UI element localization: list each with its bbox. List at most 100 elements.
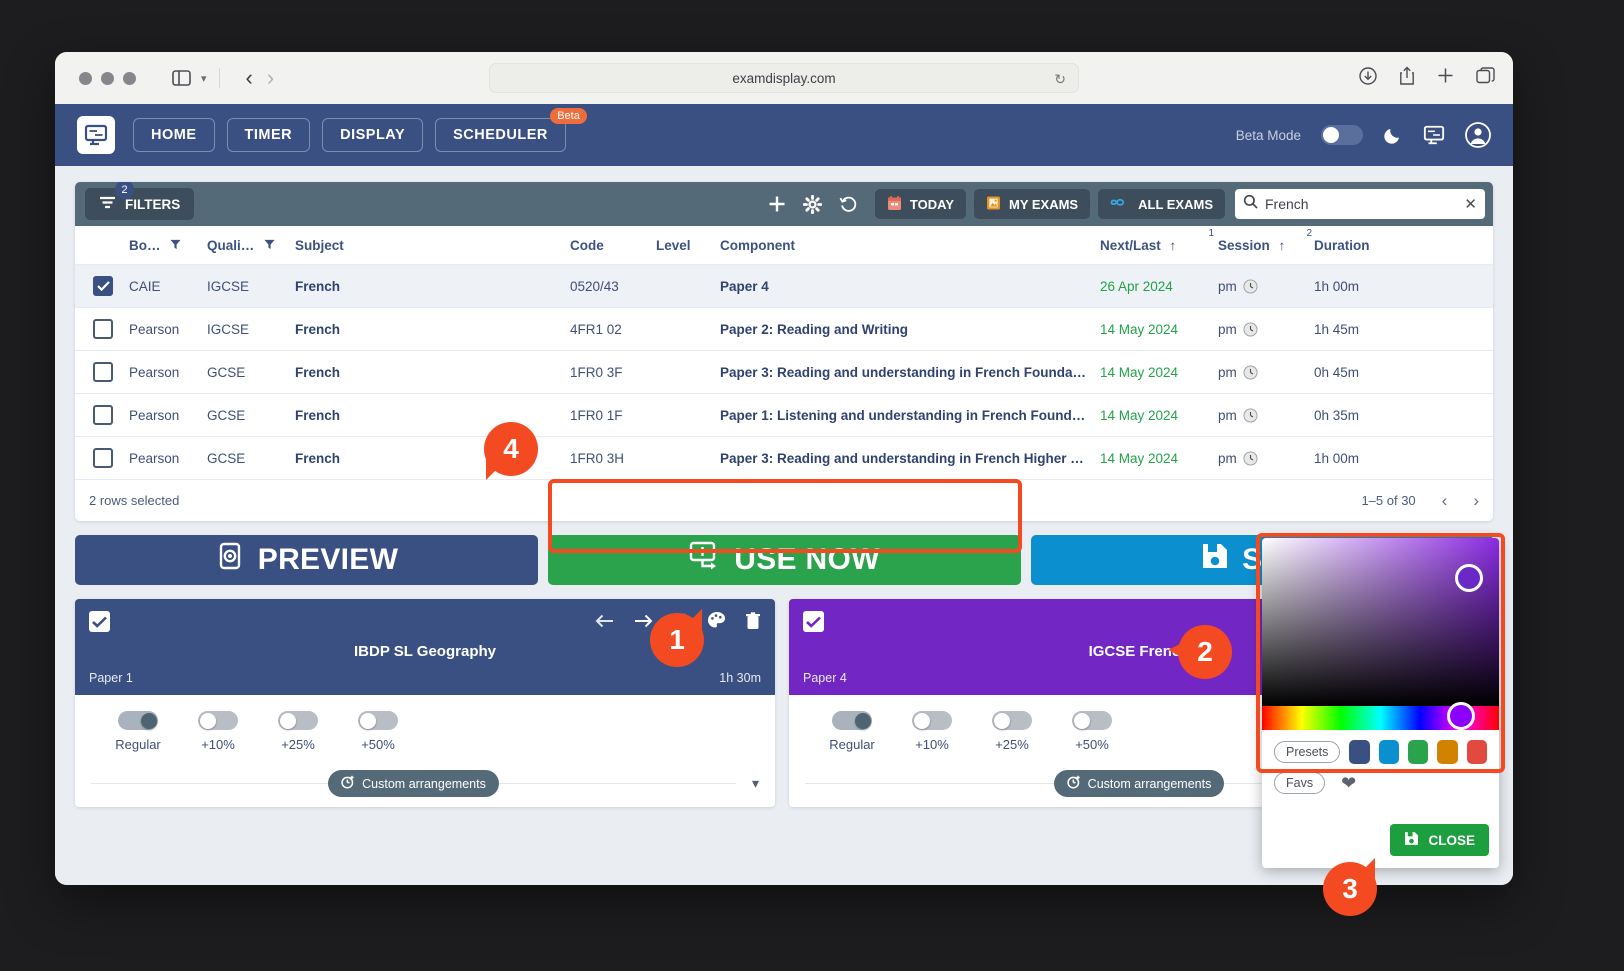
search-box[interactable]: ✕ xyxy=(1235,189,1485,219)
reload-icon[interactable]: ↻ xyxy=(1054,71,1066,88)
color-picker-popover: Presets Favs ❤ CLOSE xyxy=(1262,538,1499,868)
qualification-filter-icon[interactable] xyxy=(264,238,275,253)
column-session[interactable]: Session ↑ 2 xyxy=(1212,226,1312,265)
nav-item-display[interactable]: DISPLAY xyxy=(322,118,424,152)
table-row[interactable]: Pearson GCSE French 1FR0 1F Paper 1: Listeni… xyxy=(75,393,1493,437)
nav-item-home[interactable]: HOME xyxy=(133,118,215,152)
close-window-icon[interactable] xyxy=(79,71,92,85)
sort-arrow-icon[interactable]: ↑ xyxy=(1170,238,1177,253)
filters-button[interactable]: FILTERS 2 xyxy=(85,182,195,220)
heart-icon[interactable]: ❤ xyxy=(1341,773,1356,794)
preset-swatch-4[interactable] xyxy=(1437,740,1458,764)
trash-icon[interactable] xyxy=(745,611,761,635)
column-board[interactable]: Bo… xyxy=(123,226,201,265)
hue-handle[interactable] xyxy=(1447,702,1475,730)
reset-icon[interactable] xyxy=(831,195,867,214)
preset-swatch-2[interactable] xyxy=(1378,740,1400,764)
beta-mode-toggle[interactable] xyxy=(1321,125,1363,145)
my-exams-button[interactable]: MY EXAMS xyxy=(974,189,1091,219)
cell-level xyxy=(650,436,714,479)
gear-icon[interactable] xyxy=(795,194,831,214)
app-logo-icon[interactable] xyxy=(77,116,115,154)
column-component[interactable]: Component xyxy=(714,226,1094,265)
table-row[interactable]: CAIE IGCSE French 0520/43 Paper 4 26 Apr 2024… xyxy=(75,264,1493,308)
exam-card-checkbox[interactable] xyxy=(89,611,110,632)
preset-swatch-3[interactable] xyxy=(1408,740,1429,764)
table-row[interactable]: Pearson GCSE French 1FR0 3H Paper 3: Reading… xyxy=(75,436,1493,479)
toggle-plus25[interactable]: +25% xyxy=(269,711,327,752)
display-settings-icon[interactable] xyxy=(1423,124,1445,146)
sort-arrow-icon[interactable]: ↑ xyxy=(1279,238,1286,253)
board-filter-icon[interactable] xyxy=(170,238,181,253)
clear-search-icon[interactable]: ✕ xyxy=(1464,195,1477,213)
column-duration[interactable]: Duration xyxy=(1308,226,1493,265)
chevron-down-icon[interactable]: ▾ xyxy=(201,72,207,85)
custom-arrangements-button[interactable]: Custom arrangements xyxy=(328,770,499,797)
today-button[interactable]: TODAY xyxy=(874,189,966,219)
column-subject[interactable]: Subject xyxy=(289,226,564,265)
column-level[interactable]: Level xyxy=(650,226,714,265)
filters-label: FILTERS xyxy=(125,196,181,212)
toggle-plus10[interactable]: +10% xyxy=(189,711,247,752)
window-controls[interactable] xyxy=(79,71,136,85)
use-now-button[interactable]: USE NOW xyxy=(548,535,1021,585)
row-checkbox-cell[interactable] xyxy=(75,264,123,308)
address-bar[interactable]: examdisplay.com ↻ xyxy=(489,63,1079,93)
row-checkbox-cell[interactable] xyxy=(75,350,123,394)
preview-button[interactable]: PREVIEW xyxy=(75,535,538,585)
toggle-plus50[interactable]: +50% xyxy=(1063,711,1121,752)
toggle-regular[interactable]: Regular xyxy=(109,711,167,752)
search-input[interactable] xyxy=(1265,196,1450,212)
column-next-last[interactable]: Next/Last ↑ 1 xyxy=(1094,226,1214,265)
row-checkbox-cell[interactable] xyxy=(75,393,123,437)
toggle-plus25[interactable]: +25% xyxy=(983,711,1041,752)
arrow-left-icon[interactable] xyxy=(595,613,615,634)
row-checkbox[interactable] xyxy=(93,405,113,425)
table-row[interactable]: Pearson IGCSE French 4FR1 02 Paper 2: Readin… xyxy=(75,307,1493,351)
account-icon[interactable] xyxy=(1465,122,1491,148)
row-checkbox[interactable] xyxy=(93,276,113,296)
preset-swatch-5[interactable] xyxy=(1466,740,1488,764)
expand-card-chevron-icon[interactable]: ▾ xyxy=(752,775,759,792)
nav-item-home-label: HOME xyxy=(151,127,197,143)
row-checkbox[interactable] xyxy=(93,362,113,382)
custom-arrangements-button[interactable]: Custom arrangements xyxy=(1053,770,1225,797)
row-checkbox[interactable] xyxy=(93,448,113,468)
all-exams-button[interactable]: ALL EXAMS xyxy=(1098,189,1225,219)
toggle-plus10[interactable]: +10% xyxy=(903,711,961,752)
nav-item-scheduler[interactable]: SCHEDULER Beta xyxy=(435,108,587,152)
preset-swatch-1[interactable] xyxy=(1349,740,1370,764)
close-picker-button[interactable]: CLOSE xyxy=(1390,824,1489,856)
row-checkbox[interactable] xyxy=(93,319,113,339)
arrow-right-icon[interactable] xyxy=(633,613,653,634)
column-select-all[interactable] xyxy=(75,226,123,265)
forward-icon[interactable]: › xyxy=(267,65,274,91)
maximize-window-icon[interactable] xyxy=(123,71,136,85)
table-row[interactable]: Pearson GCSE French 1FR0 3F Paper 3: Reading… xyxy=(75,350,1493,394)
back-icon[interactable]: ‹ xyxy=(246,65,253,91)
next-page-icon[interactable]: › xyxy=(1473,491,1479,511)
palette-icon[interactable] xyxy=(707,611,727,635)
column-code[interactable]: Code xyxy=(564,226,650,265)
saturation-handle[interactable] xyxy=(1455,564,1483,592)
saturation-value-area[interactable] xyxy=(1262,538,1499,706)
toggle-regular[interactable]: Regular xyxy=(823,711,881,752)
dark-mode-icon[interactable] xyxy=(1383,125,1403,145)
sidebar-icon[interactable] xyxy=(172,70,191,86)
hue-slider[interactable] xyxy=(1262,702,1499,730)
row-checkbox-cell[interactable] xyxy=(75,307,123,351)
nav-item-timer[interactable]: TIMER xyxy=(226,118,311,152)
add-icon[interactable] xyxy=(759,194,795,214)
download-icon[interactable] xyxy=(1359,66,1377,90)
today-label: TODAY xyxy=(909,196,954,212)
new-tab-icon[interactable] xyxy=(1437,67,1454,89)
cell-code: 4FR1 02 xyxy=(564,307,650,351)
column-qualification[interactable]: Quali… xyxy=(201,226,289,265)
share-icon[interactable] xyxy=(1399,66,1415,90)
exam-card-checkbox[interactable] xyxy=(803,611,824,632)
row-checkbox-cell[interactable] xyxy=(75,436,123,479)
minimize-window-icon[interactable] xyxy=(101,71,114,85)
tabs-icon[interactable] xyxy=(1476,67,1495,89)
toggle-plus50[interactable]: +50% xyxy=(349,711,407,752)
prev-page-icon[interactable]: ‹ xyxy=(1442,491,1448,511)
